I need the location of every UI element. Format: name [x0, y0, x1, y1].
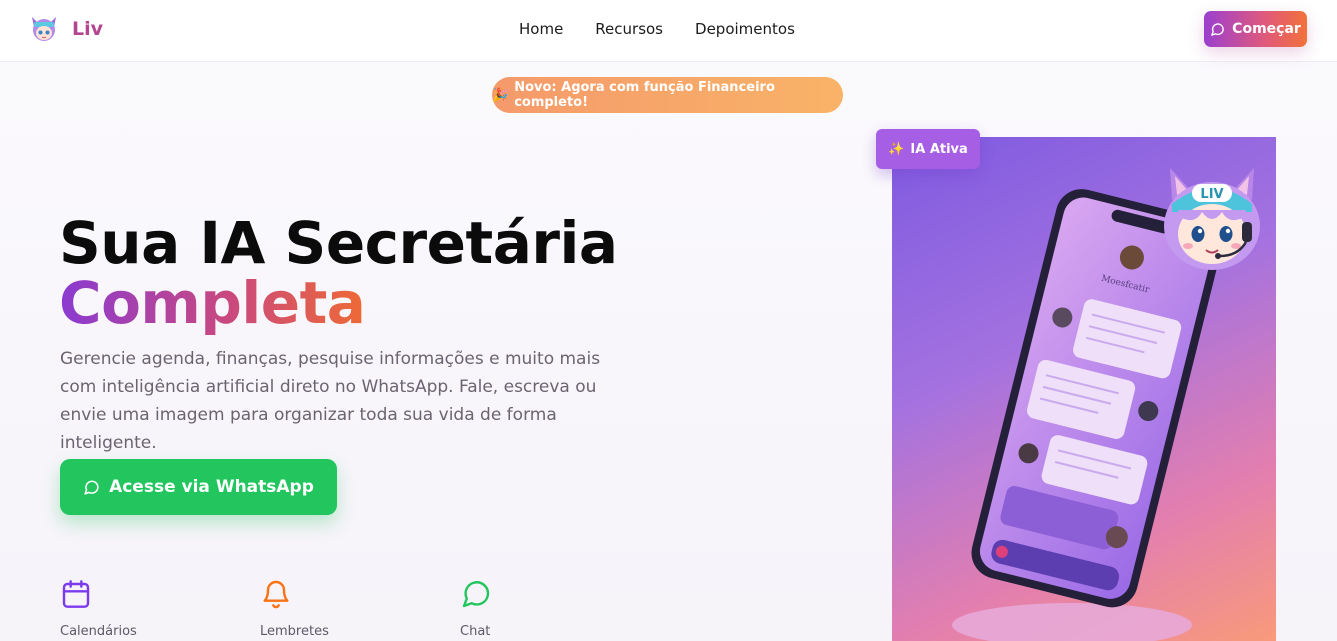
feature-chat: Chat	[460, 578, 580, 639]
whatsapp-access-button[interactable]: Acesse via WhatsApp	[60, 459, 337, 515]
brand-name: Liv	[72, 18, 104, 40]
whatsapp-icon	[84, 480, 99, 495]
mascot-avatar: LIV	[1164, 168, 1260, 270]
chat-icon	[462, 581, 490, 608]
ia-active-label: IA Ativa	[910, 141, 968, 157]
nav-links: Home Recursos Depoimentos	[519, 20, 827, 38]
mascot-cap-text: LIV	[1200, 187, 1223, 202]
chat-bubble-icon	[1211, 22, 1224, 36]
start-button-label: Começar	[1232, 21, 1301, 37]
announcement-badge: 🎉 Novo: Agora com função Financeiro comp…	[492, 77, 843, 113]
hero-description: Gerencie agenda, finanças, pesquise info…	[60, 349, 601, 453]
feature-label-calendarios: Calendários	[60, 624, 137, 639]
announcement-text: Novo: Agora com função Financeiro comple…	[514, 80, 775, 110]
top-navbar: Liv Home Recursos Depoimentos Começar	[0, 0, 1337, 62]
nav-link-home[interactable]: Home	[519, 20, 563, 38]
bell-icon	[263, 580, 289, 609]
mascot-logo-icon	[32, 17, 56, 41]
ia-active-badge: ✨ IA Ativa	[876, 129, 980, 169]
whatsapp-button-label: Acesse via WhatsApp	[109, 477, 314, 497]
feature-lembretes: Lembretes	[260, 578, 380, 639]
start-button[interactable]: Começar	[1204, 11, 1307, 47]
feature-label-lembretes: Lembretes	[260, 624, 329, 639]
brand-logo[interactable]: Liv	[29, 13, 103, 45]
hero-title-line2: Completa	[59, 269, 366, 337]
party-popper-icon: 🎉	[492, 87, 509, 103]
calendar-icon	[62, 580, 90, 608]
nav-link-recursos[interactable]: Recursos	[595, 20, 663, 38]
feature-calendarios: Calendários	[60, 578, 180, 639]
sparkles-icon: ✨	[888, 141, 905, 157]
feature-label-chat: Chat	[460, 624, 491, 639]
nav-link-depoimentos[interactable]: Depoimentos	[695, 20, 795, 38]
